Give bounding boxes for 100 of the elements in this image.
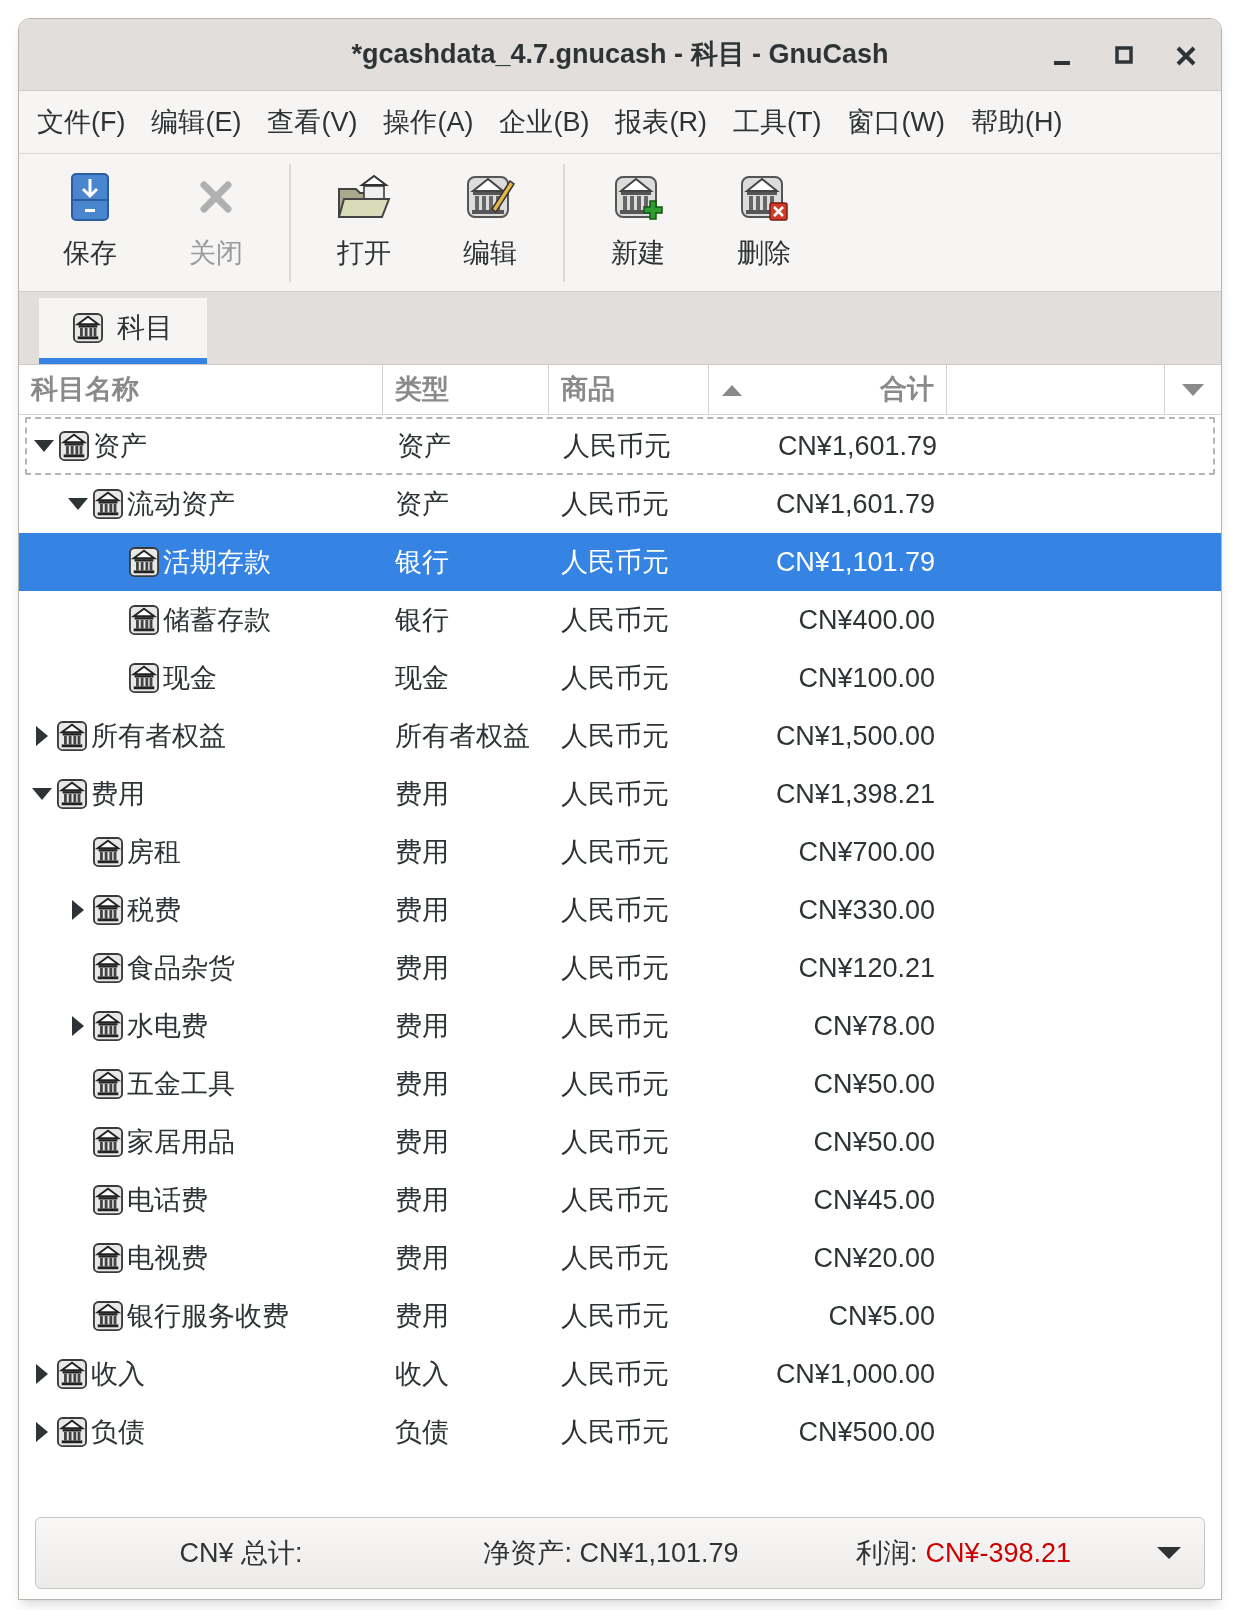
collapse-icon[interactable] [33,439,55,453]
menu-item[interactable]: 工具(T) [720,96,834,148]
total-cell-text: CN¥400.00 [797,603,936,637]
menu-item[interactable]: 帮助(H) [958,96,1075,148]
bank-icon [57,779,87,809]
bank-icon [129,547,159,577]
type-cell-text: 费用 [394,893,450,927]
account-name: 收入 [91,1357,145,1391]
net-assets-text: 净资产: CN¥1,101.79 [482,1536,740,1570]
tree-row[interactable]: 食品杂货 费用 人民币元 CN¥120.21 [19,939,1221,997]
expand-icon[interactable] [35,725,49,747]
total-cell-text: CN¥20.00 [812,1241,936,1275]
expand-icon[interactable] [71,899,85,921]
expand-icon[interactable] [35,1421,49,1443]
tree-row[interactable]: 房租 费用 人民币元 CN¥700.00 [19,823,1221,881]
bank-icon [57,721,87,751]
toolbar-button[interactable]: 新建 [575,162,701,283]
total-cell-text: CN¥100.00 [797,661,936,695]
tree-row[interactable]: 银行服务收费 费用 人民币元 CN¥5.00 [19,1287,1221,1345]
expand-icon[interactable] [71,1015,85,1037]
commodity-cell-text: 人民币元 [560,1357,670,1391]
type-cell-text: 费用 [394,1125,450,1159]
menu-item[interactable]: 查看(V) [255,96,370,148]
total-cell-text: CN¥330.00 [797,893,936,927]
collapse-icon[interactable] [31,787,53,801]
menu-item[interactable]: 企业(B) [487,96,602,148]
bank-icon [93,1011,123,1041]
tree-row[interactable]: 现金 现金 人民币元 CN¥100.00 [19,649,1221,707]
bank-icon [59,431,89,461]
collapse-icon[interactable] [67,497,89,511]
tree-row[interactable]: 活期存款 银行 人民币元 CN¥1,101.79 [19,533,1221,591]
tree-row[interactable]: 税费 费用 人民币元 CN¥330.00 [19,881,1221,939]
account-name: 房租 [127,835,181,869]
type-cell-text: 银行 [394,545,450,579]
dropdown-icon[interactable] [1156,1545,1182,1561]
menu-item[interactable]: 操作(A) [371,96,486,148]
tab[interactable]: 科目 [39,298,207,364]
tree-row[interactable]: 五金工具 费用 人民币元 CN¥50.00 [19,1055,1221,1113]
account-name: 活期存款 [163,545,271,579]
commodity-cell-text: 人民币元 [560,719,670,753]
toolbar-button[interactable]: 保存 [27,162,153,283]
menu-item[interactable]: 文件(F) [25,96,138,148]
total-cell-text: CN¥45.00 [812,1183,936,1217]
bank-icon [93,1185,123,1215]
account-name: 五金工具 [127,1067,235,1101]
tree-row[interactable]: 储蓄存款 银行 人民币元 CN¥400.00 [19,591,1221,649]
account-name: 储蓄存款 [163,603,271,637]
toolbar-button[interactable]: 打开 [301,162,427,283]
type-cell-text: 现金 [394,661,450,695]
profit-label: 利润: [856,1536,918,1570]
type-cell-text: 费用 [394,1183,450,1217]
tree-row[interactable]: 水电费 费用 人民币元 CN¥78.00 [19,997,1221,1055]
account-name: 流动资产 [127,487,235,521]
commodity-cell-text: 人民币元 [560,603,670,637]
tree-row[interactable]: 电话费 费用 人民币元 CN¥45.00 [19,1171,1221,1229]
commodity-cell-text: 人民币元 [560,1009,670,1043]
commodity-cell-text: 人民币元 [562,429,672,463]
account-name: 税费 [127,893,181,927]
tree-row[interactable]: 费用 费用 人民币元 CN¥1,398.21 [19,765,1221,823]
commodity-cell-text: 人民币元 [560,1125,670,1159]
tree-row[interactable]: 资产 资产 人民币元 CN¥1,601.79 [25,417,1215,475]
bank-icon [93,1243,123,1273]
tree-row[interactable]: 电视费 费用 人民币元 CN¥20.00 [19,1229,1221,1287]
type-cell-text: 费用 [394,1009,450,1043]
tree-row[interactable]: 家居用品 费用 人民币元 CN¥50.00 [19,1113,1221,1171]
menu-item[interactable]: 窗口(W) [835,96,957,148]
commodity-cell-text: 人民币元 [560,835,670,869]
commodity-cell-text: 人民币元 [560,951,670,985]
total-cell-text: CN¥5.00 [827,1299,936,1333]
save-icon [70,171,110,224]
type-cell-text: 费用 [394,951,450,985]
bank-icon [57,1359,87,1389]
total-cell-text: CN¥78.00 [812,1009,936,1043]
total-cell-text: CN¥120.21 [797,951,936,985]
menu-item[interactable]: 报表(R) [603,96,719,148]
bank-icon [57,1417,87,1447]
total-cell-text: CN¥1,000.00 [774,1357,936,1391]
type-cell-text: 收入 [394,1357,450,1391]
bank-icon [129,663,159,693]
type-cell-text: 费用 [394,1067,450,1101]
window-title: *gcashdata_4.7.gnucash - 科目 - GnuCash [351,38,889,72]
account-name: 电话费 [127,1183,208,1217]
type-cell-text: 银行 [394,603,450,637]
tree-row[interactable]: 流动资产 资产 人民币元 CN¥1,601.79 [19,475,1221,533]
account-name: 银行服务收费 [127,1299,289,1333]
expand-icon[interactable] [35,1363,49,1385]
column-menu-icon[interactable] [1181,382,1205,397]
account-name: 现金 [163,661,217,695]
total-cell-text: CN¥50.00 [812,1125,936,1159]
tree-row[interactable]: 所有者权益 所有者权益 人民币元 CN¥1,500.00 [19,707,1221,765]
bank-icon [93,489,123,519]
menu-item[interactable]: 编辑(E) [139,96,254,148]
toolbar-button[interactable]: 删除 [701,162,827,283]
commodity-cell-text: 人民币元 [560,1183,670,1217]
bank-icon [93,1127,123,1157]
bank-icon [129,605,159,635]
tree-row[interactable]: 收入 收入 人民币元 CN¥1,000.00 [19,1345,1221,1403]
toolbar-button[interactable]: 编辑 [427,162,553,283]
type-cell-text: 资产 [394,487,450,521]
tree-row[interactable]: 负债 负债 人民币元 CN¥500.00 [19,1403,1221,1461]
